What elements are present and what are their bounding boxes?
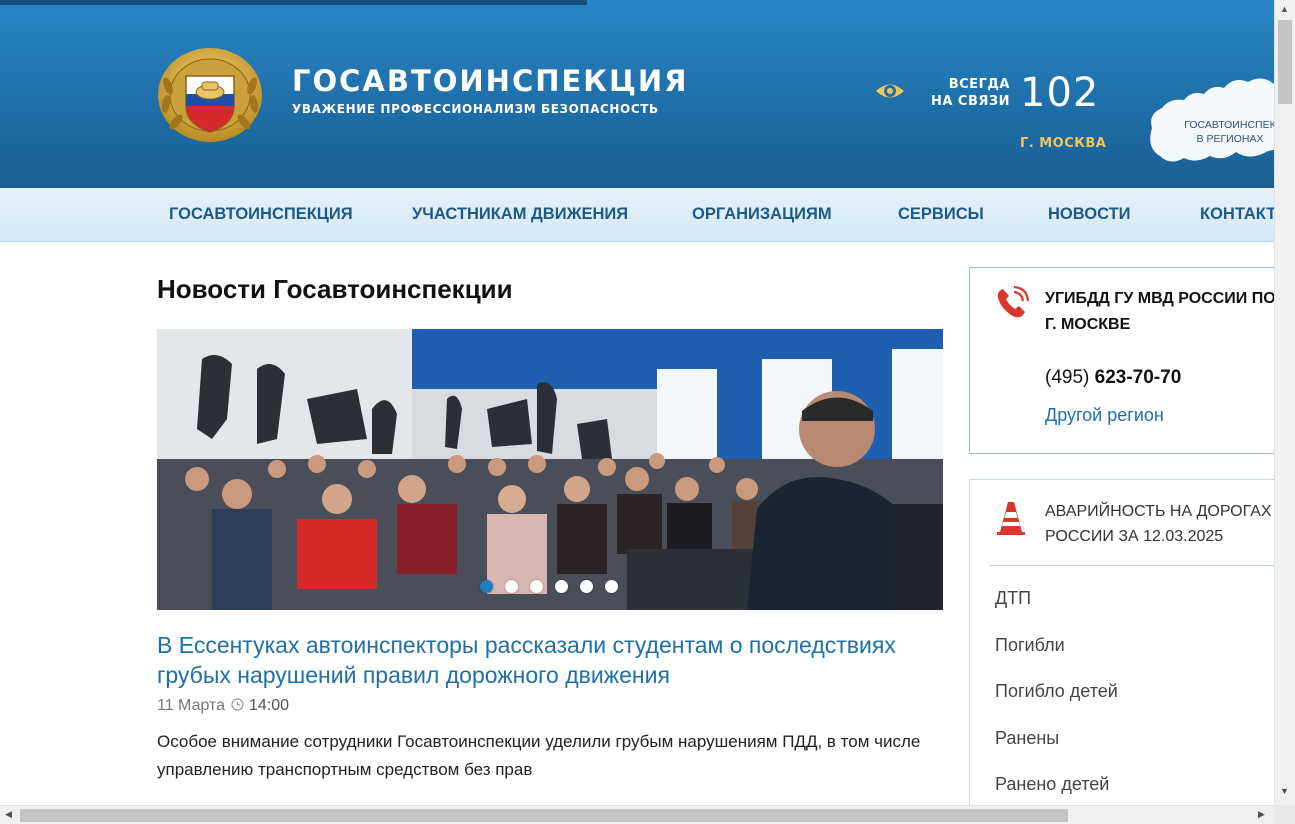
scrollbar-corner (1274, 805, 1295, 824)
traffic-cone-icon (997, 502, 1025, 535)
map-line-2: В РЕГИОНАХ (1196, 133, 1264, 145)
contact-phone-code: (495) (1045, 367, 1090, 388)
nav-item-services[interactable]: СЕРВИСЫ (898, 205, 984, 224)
slider-dot[interactable] (605, 580, 618, 593)
contact-phone-number: 623-70-70 (1094, 367, 1182, 388)
news-time: 14:00 (248, 697, 290, 714)
classroom-photo (157, 329, 943, 610)
page-title: Новости Госавтоинспекции (157, 274, 513, 304)
stat-row-dtp: ДТП (995, 588, 1032, 608)
news-summary: Особое внимание сотрудники Госавтоинспек… (157, 732, 921, 779)
accident-stats-title: АВАРИЙНОСТЬ НА ДОРОГАХ РОССИИ ЗА 12.03.2… (1045, 503, 1272, 545)
regions-link[interactable]: ГОСАВТОИНСПЕК В РЕГИОНАХ (1180, 118, 1274, 146)
site-header: ГОСАВТОИНСПЕКЦИЯ УВАЖЕНИЕ ПРОФЕССИОНАЛИЗ… (0, 0, 1274, 188)
eye-icon[interactable] (874, 80, 906, 102)
city-selector[interactable]: Г. МОСКВА (1020, 136, 1106, 151)
nav-item-news[interactable]: НОВОСТИ (1048, 205, 1131, 224)
map-line-1: ГОСАВТОИНСПЕК (1184, 119, 1274, 131)
header-top-strip (0, 0, 587, 5)
stat-row-children-injured: Ранено детей (995, 774, 1110, 794)
emergency-phone[interactable]: 102 (1020, 70, 1099, 116)
other-region-link[interactable]: Другой регион (1045, 405, 1164, 426)
news-slide-image[interactable] (157, 329, 943, 610)
contact-org-name: УГИБДД ГУ МВД РОССИИ ПО Г. МОСКВЕ (1045, 290, 1276, 333)
nav-item-participants[interactable]: УЧАСТНИКАМ ДВИЖЕНИЯ (412, 205, 628, 224)
nav-item-gosavtoinspekciya[interactable]: ГОСАВТОИНСПЕКЦИЯ (169, 205, 353, 224)
phone-ringing-icon (997, 286, 1029, 318)
brand-subtitle: УВАЖЕНИЕ ПРОФЕССИОНАЛИЗМ БЕЗОПАСНОСТЬ (292, 102, 659, 116)
nav-item-organizations[interactable]: ОРГАНИЗАЦИЯМ (692, 205, 832, 224)
main-nav: ГОСАВТОИНСПЕКЦИЯ УЧАСТНИКАМ ДВИЖЕНИЯ ОРГ… (0, 188, 1276, 242)
stat-row-children-killed: Погибло детей (995, 681, 1118, 701)
slider-dot[interactable] (505, 580, 518, 593)
brand-title[interactable]: ГОСАВТОИНСПЕКЦИЯ (292, 64, 689, 98)
always-connected-text: ВСЕГДА НА СВЯЗИ (926, 76, 1010, 110)
scroll-left-arrow-icon[interactable]: ◀ (5, 809, 12, 820)
news-title-link[interactable]: В Ессентуках автоинспекторы рассказали с… (157, 630, 943, 690)
emblem-icon[interactable] (156, 46, 264, 144)
always-line-2: НА СВЯЗИ (930, 94, 1010, 109)
vertical-scroll-thumb[interactable] (1278, 20, 1292, 104)
stat-row-injured: Ранены (995, 728, 1060, 748)
scroll-right-arrow-icon[interactable]: ▶ (1258, 809, 1265, 820)
always-line-1: ВСЕГДА (948, 77, 1010, 92)
stat-row-killed: Погибли (995, 635, 1065, 655)
stats-divider (989, 565, 1279, 566)
slider-dot[interactable] (480, 580, 493, 593)
nav-item-contacts[interactable]: КОНТАКТ (1200, 205, 1276, 224)
news-meta: 11 Марта 14:00 (157, 697, 289, 715)
slider-dot[interactable] (580, 580, 593, 593)
slider-dot[interactable] (555, 580, 568, 593)
scroll-up-arrow-icon[interactable]: ▲ (1280, 4, 1289, 14)
scroll-down-arrow-icon[interactable]: ▼ (1280, 786, 1289, 796)
clock-icon (230, 698, 244, 711)
horizontal-scroll-thumb[interactable] (20, 809, 1068, 822)
horizontal-scrollbar[interactable]: ◀ ▶ (0, 805, 1274, 824)
vertical-scrollbar[interactable]: ▲ ▼ (1274, 0, 1295, 805)
slider-dot[interactable] (530, 580, 543, 593)
news-date: 11 Марта (157, 697, 226, 714)
contact-phone[interactable]: (495) 623-70-70 (1045, 367, 1181, 389)
